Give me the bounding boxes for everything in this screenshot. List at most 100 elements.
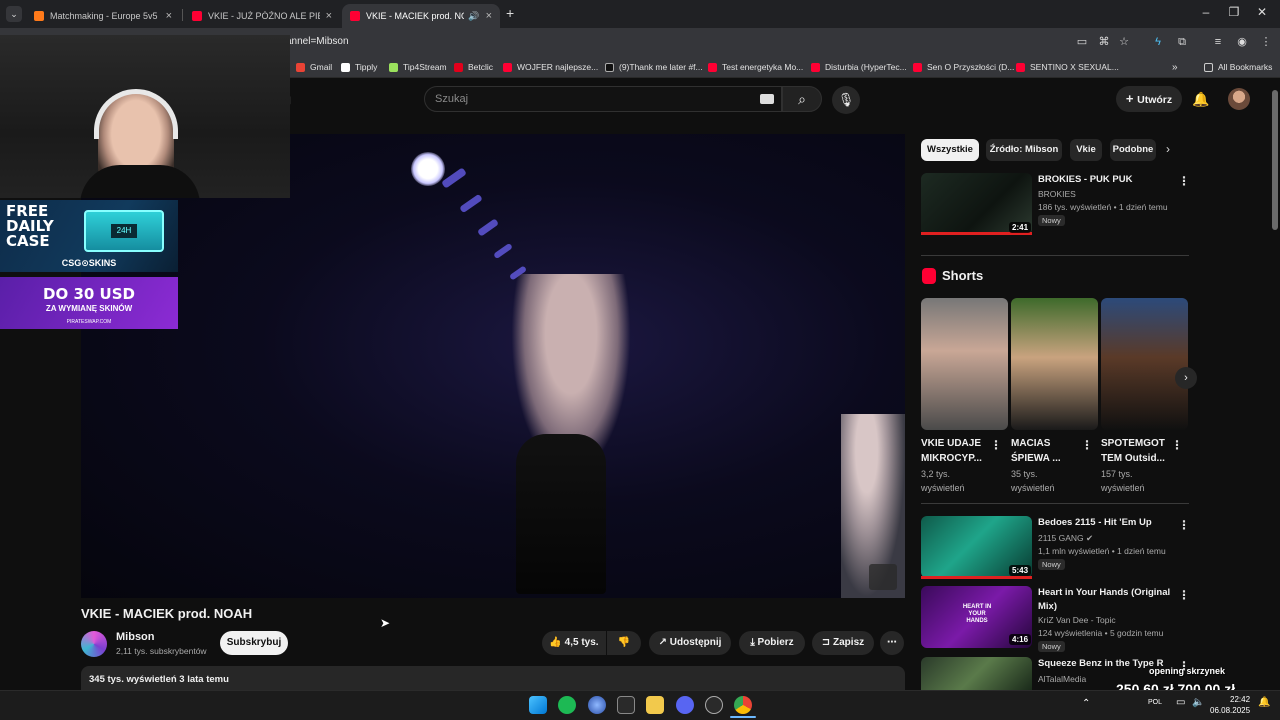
extension-icon[interactable]: ϟ <box>1150 34 1166 50</box>
kebab-menu-icon[interactable]: ⋮ <box>1178 588 1190 602</box>
menu-kebab-icon[interactable]: ⋮ <box>1258 34 1274 50</box>
short-thumbnail[interactable] <box>921 298 1008 430</box>
media-control-icon[interactable]: ≡ <box>1210 34 1226 50</box>
minimize-icon[interactable]: – <box>1196 5 1216 19</box>
file-explorer-icon[interactable] <box>646 696 664 714</box>
bookmark-betclic[interactable]: Betclic <box>454 61 493 73</box>
bookmark-sen-o-przyszlosci[interactable]: Sen O Przyszłości (D... <box>913 61 1014 73</box>
like-button[interactable]: 👍 4,5 tys. <box>542 631 606 655</box>
share-button[interactable]: ↗ Udostępnij <box>649 631 731 655</box>
video-thumbnail[interactable] <box>921 657 1032 690</box>
cast-icon[interactable]: ▭ <box>1074 34 1090 50</box>
tab-matchmaking[interactable]: Matchmaking - Europe 5v5 Qu × <box>26 4 180 28</box>
discord-icon[interactable] <box>676 696 694 714</box>
close-window-icon[interactable]: ✕ <box>1252 5 1272 19</box>
notifications-bell-icon[interactable]: 🔔 <box>1190 88 1212 110</box>
tab-vkie-maciek[interactable]: VKIE - MACIEK prod. NOAH 🔊 × <box>342 4 500 28</box>
bookmark-wojfer[interactable]: WOJFER najlepsze... <box>503 61 598 73</box>
url-field[interactable]: annel=Mibson <box>286 32 1066 52</box>
spotify-icon[interactable] <box>558 696 576 714</box>
kebab-menu-icon[interactable]: ⋮ <box>1178 174 1190 188</box>
kebab-menu-icon[interactable]: ⋮ <box>1081 438 1093 452</box>
download-button[interactable]: ⤓ Pobierz <box>739 631 805 655</box>
chip-all[interactable]: Wszystkie <box>921 139 979 161</box>
bookmark-tip4stream[interactable]: Tip4Stream <box>389 61 447 73</box>
chip-similar[interactable]: Podobne <box>1110 139 1156 161</box>
video-player[interactable] <box>81 134 905 598</box>
notification-icon[interactable]: 🔔 <box>1258 697 1270 708</box>
more-actions-button[interactable]: ⋯ <box>880 631 904 655</box>
close-icon[interactable]: × <box>166 10 172 22</box>
app-icon[interactable] <box>588 696 606 714</box>
kebab-menu-icon[interactable]: ⋮ <box>1178 518 1190 532</box>
subscribe-button[interactable]: Subskrybuj <box>220 631 288 655</box>
voice-search-button[interactable]: 🎙 <box>832 86 860 114</box>
volume-icon[interactable]: 🔈 <box>1192 697 1204 708</box>
close-icon[interactable]: × <box>486 10 492 22</box>
bookmark-sentino[interactable]: SENTINO X SEXUAL... <box>1016 61 1119 73</box>
performer-pants <box>516 434 606 594</box>
clock[interactable]: 22:42 06.08.2025 <box>1210 694 1250 716</box>
folder-icon <box>1204 62 1213 72</box>
steam-icon[interactable] <box>705 696 723 714</box>
epic-games-icon[interactable] <box>617 696 635 714</box>
star-icon[interactable]: ☆ <box>1116 34 1132 50</box>
bookmarks-overflow-icon[interactable]: » <box>1172 61 1178 73</box>
short-title[interactable]: MACIAS ŚPIEWA ... <box>1011 436 1061 466</box>
related-channel[interactable]: AlTalalMedia <box>1038 674 1086 684</box>
close-icon[interactable]: × <box>326 10 332 22</box>
chrome-icon[interactable] <box>734 696 752 714</box>
tab-vkie-juz-pozno[interactable]: VKIE - JUŻ PÓŹNO ALE PIENIĄ × <box>184 4 340 28</box>
related-channel[interactable]: KriZ Van Dee - Topic <box>1038 615 1116 625</box>
bookmark-disturbia[interactable]: Disturbia (HyperTec... <box>811 61 907 73</box>
short-title[interactable]: SPOTEMGOT TEM Outsid... <box>1101 436 1165 466</box>
related-video-title[interactable]: Heart in Your Hands (Original Mix) <box>1038 586 1173 614</box>
description-box[interactable]: 345 tys. wyświetleń 3 lata temu <box>81 666 905 690</box>
channel-name[interactable]: Mibson <box>116 631 155 643</box>
maximize-icon[interactable]: ❐ <box>1224 5 1244 19</box>
views-date: 345 tys. wyświetleń 3 lata temu <box>89 674 229 685</box>
windows-start-icon[interactable] <box>529 696 547 714</box>
new-tab-button[interactable]: + <box>506 5 514 21</box>
translate-icon[interactable]: ⌘ <box>1096 34 1112 50</box>
short-thumbnail[interactable] <box>1101 298 1188 430</box>
bookmark-tiktok[interactable]: (9)Thank me later #f... <box>605 61 703 73</box>
all-bookmarks[interactable]: All Bookmarks <box>1204 61 1272 73</box>
scrollbar-thumb[interactable] <box>1272 90 1278 230</box>
chip-source-mibson[interactable]: Źródło: Mibson <box>986 139 1062 161</box>
related-channel[interactable]: 2115 GANG ✔ <box>1038 533 1093 544</box>
search-input[interactable]: Szukaj <box>424 86 782 112</box>
bookmark-tipply[interactable]: Tipply <box>341 61 377 73</box>
kebab-menu-icon[interactable]: ⋮ <box>1171 438 1183 452</box>
chip-vkie[interactable]: Vkie <box>1070 139 1102 161</box>
short-title[interactable]: VKIE UDAJE MIKROCYP... <box>921 436 982 466</box>
short-thumbnail[interactable] <box>1011 298 1098 430</box>
language-indicator[interactable]: POL <box>1148 699 1162 706</box>
related-video-title[interactable]: Bedoes 2115 - Hit 'Em Up <box>1038 516 1178 530</box>
avatar[interactable] <box>1228 88 1250 110</box>
dislike-button[interactable]: 👎 <box>607 631 641 655</box>
csgoskins-ad[interactable]: FREE DAILY CASE 24H CSG⊙SKINS <box>0 200 178 272</box>
keyboard-icon[interactable] <box>760 94 774 104</box>
search-button[interactable]: ⌕ <box>782 86 822 112</box>
tray-chevron-icon[interactable]: ⌃ <box>1082 698 1090 709</box>
puzzle-icon[interactable]: ⧉ <box>1174 34 1190 50</box>
page-scrollbar[interactable] <box>1272 86 1278 686</box>
tab-search-button[interactable]: ⌄ <box>6 6 22 22</box>
save-button[interactable]: ⊐ Zapisz <box>812 631 874 655</box>
chevron-right-icon[interactable]: › <box>1166 142 1170 156</box>
bookmark-test-energetyka[interactable]: Test energetyka Mo... <box>708 61 803 73</box>
speaker-icon[interactable]: 🔊 <box>468 11 479 22</box>
network-icon[interactable]: ▭ <box>1176 697 1185 708</box>
related-channel[interactable]: BROKIES <box>1038 189 1076 199</box>
watch-progress-bar <box>921 576 1032 579</box>
youtube-icon <box>503 62 512 72</box>
create-button[interactable]: + Utwórz <box>1116 86 1182 112</box>
bookmark-gmail[interactable]: Gmail <box>296 61 332 73</box>
profile-icon[interactable]: ◉ <box>1234 34 1250 50</box>
shorts-next-button[interactable]: › <box>1175 367 1197 389</box>
pirateswap-ad[interactable]: DO 30 USD ZA WYMIANĘ SKINÓW PIRATESWAP.C… <box>0 277 178 329</box>
kebab-menu-icon[interactable]: ⋮ <box>990 438 1002 452</box>
channel-avatar[interactable] <box>81 631 107 657</box>
related-video-title[interactable]: BROKIES - PUK PUK <box>1038 173 1178 187</box>
